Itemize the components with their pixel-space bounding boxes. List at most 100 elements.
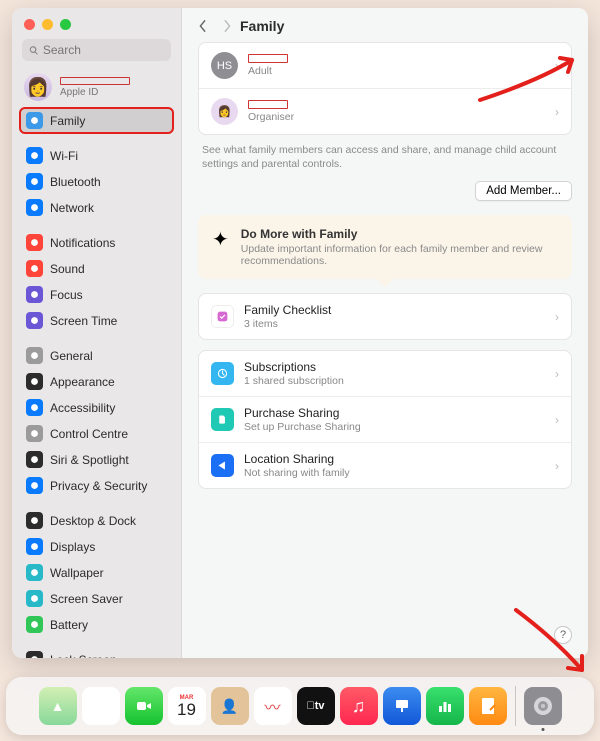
chevron-right-icon: › <box>555 367 559 381</box>
option-title: Location Sharing <box>244 452 545 466</box>
page-title: Family <box>240 18 284 34</box>
close-button[interactable] <box>24 19 35 30</box>
member-role: Organiser <box>248 111 545 123</box>
sidebar-item-desktop-dock[interactable]: Desktop & Dock <box>20 508 173 533</box>
family-checklist-row[interactable]: Family Checklist 3 items › <box>199 294 571 339</box>
sidebar-item-label: Family <box>50 114 85 128</box>
chevron-right-icon: › <box>555 105 559 119</box>
sidebar-item-label: Screen Time <box>50 314 117 328</box>
sidebar-item-privacy-security[interactable]: Privacy & Security <box>20 473 173 498</box>
sidebar-item-siri-spotlight[interactable]: Siri & Spotlight <box>20 447 173 472</box>
sidebar-item-control-centre[interactable]: Control Centre <box>20 421 173 446</box>
family-member-row[interactable]: HSAdult› <box>199 43 571 88</box>
sidebar-item-wallpaper[interactable]: Wallpaper <box>20 560 173 585</box>
subscriptions-row[interactable]: Subscriptions1 shared subscription› <box>199 351 571 396</box>
sidebar-icon <box>26 564 43 581</box>
dock-music[interactable]: ♫ <box>340 687 378 725</box>
sidebar-item-label: Bluetooth <box>50 175 101 189</box>
sidebar-item-label: Notifications <box>50 236 115 250</box>
sidebar-item-label: Control Centre <box>50 427 128 441</box>
sidebar-item-general[interactable]: General <box>20 343 173 368</box>
avatar: 👩 <box>24 73 52 101</box>
members-card: HSAdult›👩Organiser› <box>198 42 572 135</box>
option-icon <box>211 408 234 431</box>
banner-title: Do More with Family <box>241 227 558 241</box>
purchase-sharing-row[interactable]: Purchase SharingSet up Purchase Sharing› <box>199 396 571 442</box>
checklist-title: Family Checklist <box>244 303 545 317</box>
search-field[interactable] <box>22 39 171 61</box>
chevron-right-icon: › <box>555 413 559 427</box>
sidebar-item-label: Network <box>50 201 94 215</box>
sidebar-icon <box>26 425 43 442</box>
dock-photos[interactable]: ❋ <box>82 687 120 725</box>
help-button[interactable]: ? <box>554 626 572 644</box>
option-sub: Set up Purchase Sharing <box>244 421 545 433</box>
options-card: Subscriptions1 shared subscription›Purch… <box>198 350 572 489</box>
dock-calendar[interactable]: MAR19 <box>168 687 206 725</box>
sidebar-icon <box>26 147 43 164</box>
dock-tv[interactable]: tv <box>297 687 335 725</box>
sidebar-icon <box>26 451 43 468</box>
sidebar-icon <box>26 234 43 251</box>
sidebar-item-notifications[interactable]: Notifications <box>20 230 173 255</box>
chevron-right-icon: › <box>555 310 559 324</box>
apple-id-row[interactable]: 👩 Apple ID <box>20 70 173 107</box>
sidebar-item-screen-time[interactable]: Screen Time <box>20 308 173 333</box>
sidebar-item-label: Siri & Spotlight <box>50 453 129 467</box>
option-icon <box>211 362 234 385</box>
sidebar-item-label: General <box>50 349 93 363</box>
dock-freeform[interactable]: 〰 <box>254 687 292 725</box>
sidebar-item-network[interactable]: Network <box>20 195 173 220</box>
search-input[interactable] <box>43 43 164 57</box>
nav-back-button[interactable] <box>198 19 208 33</box>
sidebar-item-sound[interactable]: Sound <box>20 256 173 281</box>
sidebar-icon <box>26 512 43 529</box>
dock-maps[interactable]: ▲ <box>39 687 77 725</box>
sidebar-icon <box>26 112 43 129</box>
sidebar-icon <box>26 538 43 555</box>
family-member-row[interactable]: 👩Organiser› <box>199 88 571 134</box>
dock-numbers[interactable] <box>426 687 464 725</box>
sidebar-item-label: Screen Saver <box>50 592 123 606</box>
add-member-button[interactable]: Add Member... <box>475 181 572 201</box>
sidebar-icon <box>26 616 43 633</box>
sidebar-item-focus[interactable]: Focus <box>20 282 173 307</box>
chevron-right-icon: › <box>555 59 559 73</box>
dock-facetime[interactable] <box>125 687 163 725</box>
sidebar-icon <box>26 651 43 658</box>
option-sub: Not sharing with family <box>244 467 545 479</box>
location-sharing-row[interactable]: Location SharingNot sharing with family › <box>199 442 571 488</box>
sidebar-item-accessibility[interactable]: Accessibility <box>20 395 173 420</box>
sidebar-item-lock-screen[interactable]: Lock Screen <box>20 647 173 658</box>
dock-pages[interactable] <box>469 687 507 725</box>
sidebar-item-wi-fi[interactable]: Wi-Fi <box>20 143 173 168</box>
sidebar-icon <box>26 590 43 607</box>
member-role: Adult <box>248 65 545 77</box>
member-name-redacted <box>248 100 288 109</box>
sidebar-item-label: Wallpaper <box>50 566 104 580</box>
dock: ▲❋ MAR19👤〰tv♫ <box>6 677 594 735</box>
sidebar-icon <box>26 399 43 416</box>
system-settings-window: 👩 Apple ID Family Wi-Fi Bluetooth Network No… <box>12 8 588 658</box>
sidebar-item-screen-saver[interactable]: Screen Saver <box>20 586 173 611</box>
sidebar: 👩 Apple ID Family Wi-Fi Bluetooth Network No… <box>12 8 182 658</box>
chevron-right-icon: › <box>555 459 559 473</box>
nav-forward-button[interactable] <box>222 19 232 33</box>
sidebar-item-battery[interactable]: Battery <box>20 612 173 637</box>
minimize-button[interactable] <box>42 19 53 30</box>
sidebar-item-displays[interactable]: Displays <box>20 534 173 559</box>
sidebar-item-label: Focus <box>50 288 83 302</box>
dock-keynote[interactable] <box>383 687 421 725</box>
sidebar-icon <box>26 347 43 364</box>
dock-contacts[interactable]: 👤 <box>211 687 249 725</box>
sidebar-item-family[interactable]: Family <box>20 108 173 133</box>
option-sub: 1 shared subscription <box>244 375 545 387</box>
members-description: See what family members can access and s… <box>198 135 572 175</box>
sidebar-item-label: Accessibility <box>50 401 115 415</box>
do-more-banner: ✦ Do More with Family Update important i… <box>198 215 572 279</box>
dock-settings[interactable] <box>524 687 562 725</box>
main-panel: Family HSAdult›👩Organiser› See what fami… <box>182 8 588 658</box>
sidebar-item-bluetooth[interactable]: Bluetooth <box>20 169 173 194</box>
fullscreen-button[interactable] <box>60 19 71 30</box>
sidebar-item-appearance[interactable]: Appearance <box>20 369 173 394</box>
